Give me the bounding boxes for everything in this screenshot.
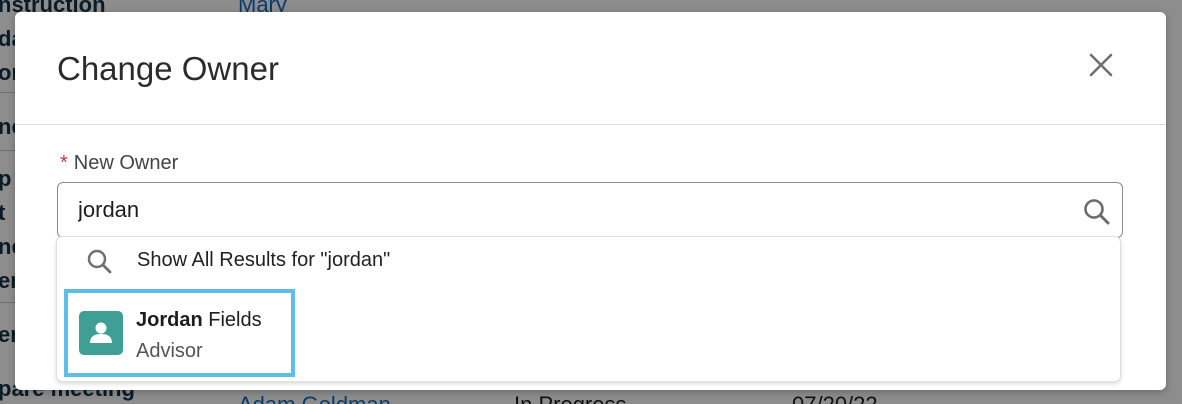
show-all-results-text: Show All Results for "jordan" — [137, 249, 391, 271]
owner-results-dropdown: Show All Results for "jordan" Jordan Fie… — [56, 236, 1121, 382]
result-name: Jordan Fields — [136, 309, 262, 332]
search-icon — [87, 249, 112, 274]
new-owner-field — [57, 182, 1123, 238]
change-owner-modal: Change Owner * New Owner Sho — [15, 12, 1166, 390]
new-owner-label: * New Owner — [60, 152, 178, 175]
close-button[interactable] — [1085, 49, 1117, 81]
result-item-jordan-fields[interactable]: Jordan Fields Advisor — [64, 289, 295, 377]
close-icon — [1089, 53, 1113, 77]
new-owner-input[interactable] — [58, 183, 1122, 237]
show-all-results-option[interactable]: Show All Results for "jordan" — [57, 237, 1120, 285]
modal-title: Change Owner — [57, 50, 279, 87]
search-icon[interactable] — [1082, 197, 1112, 227]
modal-header: Change Owner — [15, 12, 1166, 125]
new-owner-label-text: New Owner — [73, 152, 179, 174]
required-marker: * — [60, 152, 68, 174]
avatar — [79, 311, 123, 355]
result-name-match: Jordan — [136, 309, 203, 331]
result-name-rest: Fields — [202, 309, 262, 331]
user-icon — [90, 322, 112, 343]
result-role: Advisor — [136, 340, 203, 362]
